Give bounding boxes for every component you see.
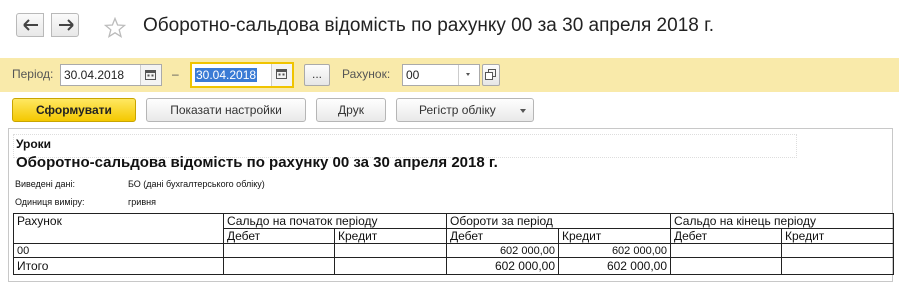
chevron-down-icon — [520, 109, 526, 113]
opening-balance-header: Сальдо на початок періоду — [223, 213, 447, 229]
table-row: 00 602 000,00 602 000,00 — [13, 243, 894, 258]
account-cell[interactable]: 00 — [13, 243, 224, 258]
favorite-star-icon[interactable] — [103, 16, 127, 44]
output-value: БО (дані бухгалтерського обліку) — [128, 179, 265, 189]
closing-balance-header: Сальдо на кінець періоду — [670, 213, 894, 229]
closing-debit-cell — [670, 243, 782, 258]
closing-credit-header: Кредит — [781, 228, 894, 244]
arrow-right-icon — [59, 19, 74, 31]
turnover-credit-header: Кредит — [558, 228, 671, 244]
print-button[interactable]: Друк — [316, 98, 386, 122]
total-opening-debit — [223, 257, 335, 275]
calendar-icon[interactable] — [140, 65, 161, 85]
account-column-header: Рахунок — [13, 213, 224, 244]
forward-button[interactable] — [51, 13, 79, 37]
generate-button[interactable]: Сформувати — [12, 98, 136, 122]
total-opening-credit — [334, 257, 447, 275]
account-select[interactable]: 00 — [402, 64, 480, 86]
opening-debit-cell — [223, 243, 335, 258]
period-label: Період: — [12, 67, 54, 81]
period-dash: – — [172, 67, 179, 81]
ledger-register-button[interactable]: Регістр обліку — [396, 98, 534, 122]
arrow-left-icon — [23, 19, 38, 31]
show-settings-button[interactable]: Показати настройки — [146, 98, 306, 122]
total-closing-debit — [670, 257, 782, 275]
opening-credit-header: Кредит — [334, 228, 447, 244]
report-heading: Оборотно-сальдова відомість по рахунку 0… — [16, 154, 498, 171]
open-window-icon — [485, 69, 496, 80]
turnover-debit-cell[interactable]: 602 000,00 — [446, 243, 559, 258]
period-select-button[interactable]: ... — [304, 64, 330, 86]
date-from-field[interactable]: 30.04.2018 — [60, 64, 162, 86]
report-table: Рахунок Сальдо на початок періоду Оборот… — [13, 213, 894, 275]
total-turnover-debit: 602 000,00 — [446, 257, 559, 275]
turnover-debit-header: Дебет — [446, 228, 559, 244]
unit-value: гривня — [128, 197, 156, 207]
unit-label: Одиниця виміру: — [15, 197, 85, 207]
calendar-icon[interactable] — [271, 64, 292, 86]
back-button[interactable] — [16, 13, 44, 37]
window-title: Оборотно-сальдова відомість по рахунку 0… — [143, 15, 714, 36]
total-row: Итого 602 000,00 602 000,00 — [13, 257, 894, 275]
output-label: Виведені дані: — [15, 179, 75, 189]
opening-credit-cell — [334, 243, 447, 258]
open-account-button[interactable] — [482, 64, 500, 86]
chevron-down-icon[interactable] — [458, 65, 479, 85]
account-label: Рахунок: — [342, 67, 391, 81]
total-closing-credit — [781, 257, 894, 275]
opening-debit-header: Дебет — [223, 228, 335, 244]
date-to-field[interactable]: 30.04.2018 — [190, 62, 294, 88]
total-label: Итого — [13, 257, 224, 275]
turnover-header: Обороти за період — [446, 213, 671, 229]
total-turnover-credit: 602 000,00 — [558, 257, 671, 275]
closing-debit-header: Дебет — [670, 228, 782, 244]
turnover-credit-cell[interactable]: 602 000,00 — [558, 243, 671, 258]
closing-credit-cell — [781, 243, 894, 258]
company-name: Уроки — [16, 137, 52, 151]
